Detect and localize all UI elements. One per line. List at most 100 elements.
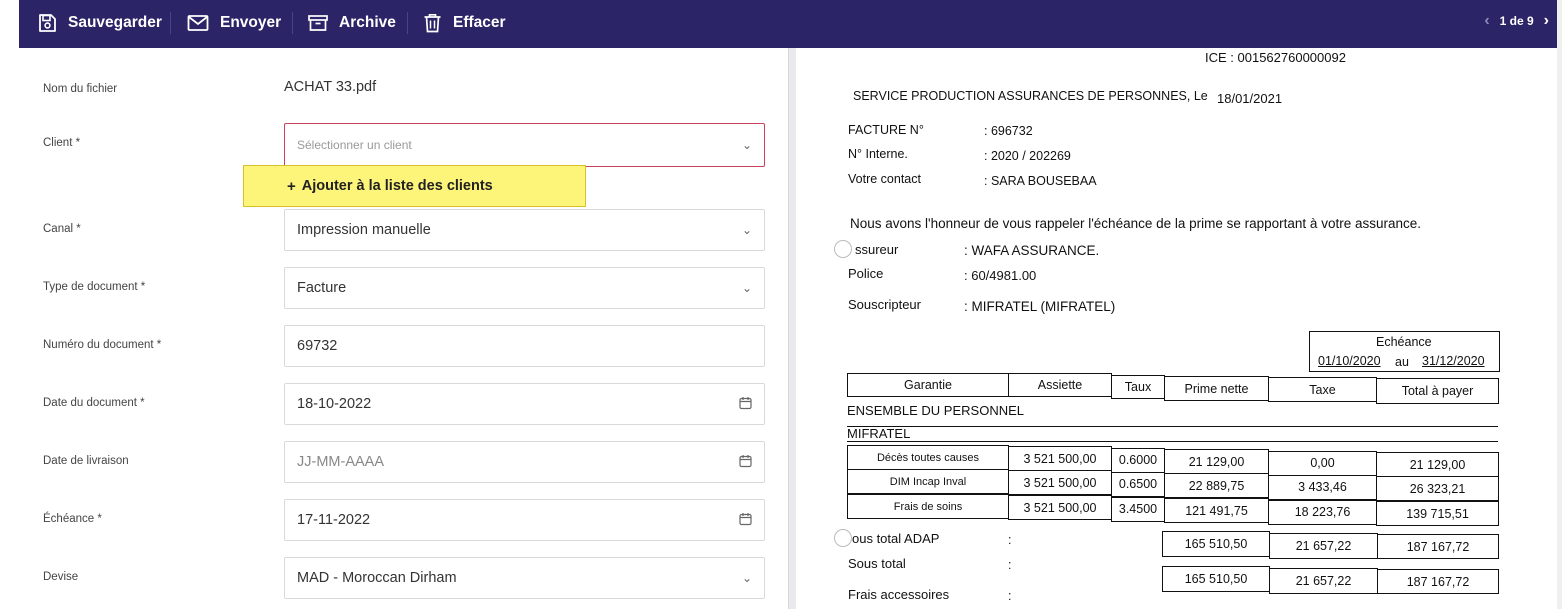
rule (847, 426, 1498, 427)
archive-label: Archive (339, 14, 396, 31)
toolbar-divider (407, 12, 408, 34)
souscripteur-label: Souscripteur (848, 297, 921, 312)
police-label: Police (848, 266, 884, 281)
service-date: 18/01/2021 (1217, 91, 1283, 106)
echeance-from: 01/10/2020 (1318, 354, 1381, 368)
document-form: Nom du fichier ACHAT 33.pdf Client * Sél… (19, 48, 788, 609)
contact-label: Votre contact (848, 172, 921, 186)
due-value: 17-11-2022 (297, 512, 371, 528)
table-cell: 21 129,00 (1164, 449, 1269, 475)
col-header: Taux (1111, 375, 1165, 399)
scrollbar-track[interactable] (1557, 0, 1562, 609)
canal-select[interactable]: Impression manuelle ⌄ (284, 209, 765, 251)
colon: : (1008, 533, 1012, 547)
toolbar-divider (292, 12, 293, 34)
col-header: Assiette (1008, 373, 1112, 397)
document-preview: ICE : 001562760000092 SERVICE PRODUCTION… (796, 48, 1557, 609)
table-cell: 3.4500 (1111, 496, 1165, 522)
calendar-icon[interactable] (739, 513, 752, 528)
delivery-input[interactable]: JJ-MM-AAAA (284, 441, 765, 483)
table-cell: 3 521 500,00 (1008, 446, 1112, 472)
souscripteur-value: : MIFRATEL (MIFRATEL) (964, 299, 1116, 314)
doctype-value: Facture (297, 280, 347, 296)
table-cell: Décès toutes causes (847, 445, 1009, 470)
frais-label: Frais accessoires (848, 587, 950, 602)
col-header: Taxe (1268, 377, 1377, 402)
docnum-input[interactable]: 69732 (284, 325, 765, 367)
toolbar-divider (170, 12, 171, 34)
due-input[interactable]: 17-11-2022 (284, 499, 765, 541)
pagination: ‹ 1 de 9 › (1484, 0, 1549, 42)
page-indicator: 1 de 9 (1499, 14, 1534, 28)
docnum-label: Numéro du document * (43, 339, 162, 351)
delete-label: Effacer (453, 14, 506, 31)
calendar-icon[interactable] (739, 455, 752, 470)
table-cell: 0,00 (1268, 450, 1377, 476)
send-label: Envoyer (220, 14, 282, 31)
delivery-label: Date de livraison (43, 455, 129, 467)
subtotal-prime: 165 510,50 (1162, 566, 1270, 592)
table-cell: 121 491,75 (1164, 498, 1269, 524)
client-placeholder: Sélectionner un client (297, 138, 412, 152)
delivery-placeholder: JJ-MM-AAAA (297, 454, 384, 470)
docdate-input[interactable]: 18-10-2022 (284, 383, 765, 425)
chevron-left-icon[interactable]: ‹ (1484, 12, 1489, 30)
client-label: Client * (43, 137, 81, 149)
subtotal-adap-taxe: 21 657,22 (1269, 533, 1378, 559)
client-select[interactable]: Sélectionner un client ⌄ (284, 123, 765, 167)
table-cell: Frais de soins (847, 494, 1009, 519)
service-line: SERVICE PRODUCTION ASSURANCES DE PERSONN… (853, 89, 1208, 103)
left-margin (0, 0, 19, 609)
currency-select[interactable]: MAD - Moroccan Dirham ⌄ (284, 557, 765, 599)
echeance-to: 31/12/2020 (1422, 354, 1485, 368)
save-label: Sauvegarder (68, 14, 162, 31)
table-cell: DIM Incap Inval (847, 469, 1009, 494)
currency-value: MAD - Moroccan Dirham (297, 570, 457, 586)
chevron-down-icon: ⌄ (741, 281, 752, 295)
canal-label: Canal * (43, 223, 81, 235)
interne-value: : 2020 / 202269 (984, 149, 1071, 163)
docdate-value: 18-10-2022 (297, 396, 372, 412)
table-cell: 0.6000 (1111, 447, 1165, 473)
chevron-right-icon[interactable]: › (1544, 12, 1549, 30)
archive-button[interactable]: Archive (308, 0, 396, 46)
subtotal-adap-total: 187 167,72 (1377, 534, 1499, 559)
chevron-down-icon: ⌄ (741, 571, 752, 585)
table-cell: 3 521 500,00 (1008, 470, 1112, 496)
table-cell: 3 433,46 (1268, 474, 1377, 500)
save-icon (37, 13, 57, 33)
doctype-label: Type de document * (43, 281, 146, 293)
police-value: : 60/4981.00 (964, 268, 1037, 283)
trash-icon (423, 13, 442, 33)
chevron-down-icon: ⌄ (741, 223, 752, 237)
facture-label: FACTURE N° (848, 123, 924, 137)
delete-button[interactable]: Effacer (423, 0, 506, 46)
save-button[interactable]: Sauvegarder (37, 0, 162, 46)
colon: : (1008, 558, 1012, 572)
subtotal-adap-prime: 165 510,50 (1162, 531, 1270, 557)
doctype-select[interactable]: Facture ⌄ (284, 267, 765, 309)
hole-punch (834, 240, 852, 258)
interne-label: N° Interne. (848, 147, 908, 161)
table-cell: 18 223,76 (1268, 499, 1377, 525)
col-header: Prime nette (1164, 376, 1269, 401)
calendar-icon[interactable] (739, 397, 752, 412)
col-header: Total à payer (1376, 378, 1499, 404)
docnum-value: 69732 (297, 338, 338, 354)
toolbar: Sauvegarder Envoyer Archive Effacer ‹ 1 … (19, 0, 1557, 48)
echeance-au: au (1395, 355, 1409, 369)
panel-divider[interactable] (788, 48, 796, 609)
add-client-button[interactable]: + Ajouter à la liste des clients (243, 165, 586, 207)
add-client-label: Ajouter à la liste des clients (301, 178, 493, 194)
subtotal-label: Sous total (848, 556, 906, 571)
canal-value: Impression manuelle (297, 222, 431, 238)
table-cell: 21 129,00 (1376, 452, 1499, 477)
group-label: ENSEMBLE DU PERSONNEL (847, 403, 1024, 418)
filename-value: ACHAT 33.pdf (284, 79, 377, 95)
table-cell: 26 323,21 (1376, 476, 1499, 501)
plus-icon: + (287, 177, 296, 195)
due-label: Échéance * (43, 513, 102, 525)
send-button[interactable]: Envoyer (187, 0, 281, 46)
contact-value: : SARA BOUSEBAA (984, 174, 1097, 188)
table-cell: 22 889,75 (1164, 473, 1269, 499)
